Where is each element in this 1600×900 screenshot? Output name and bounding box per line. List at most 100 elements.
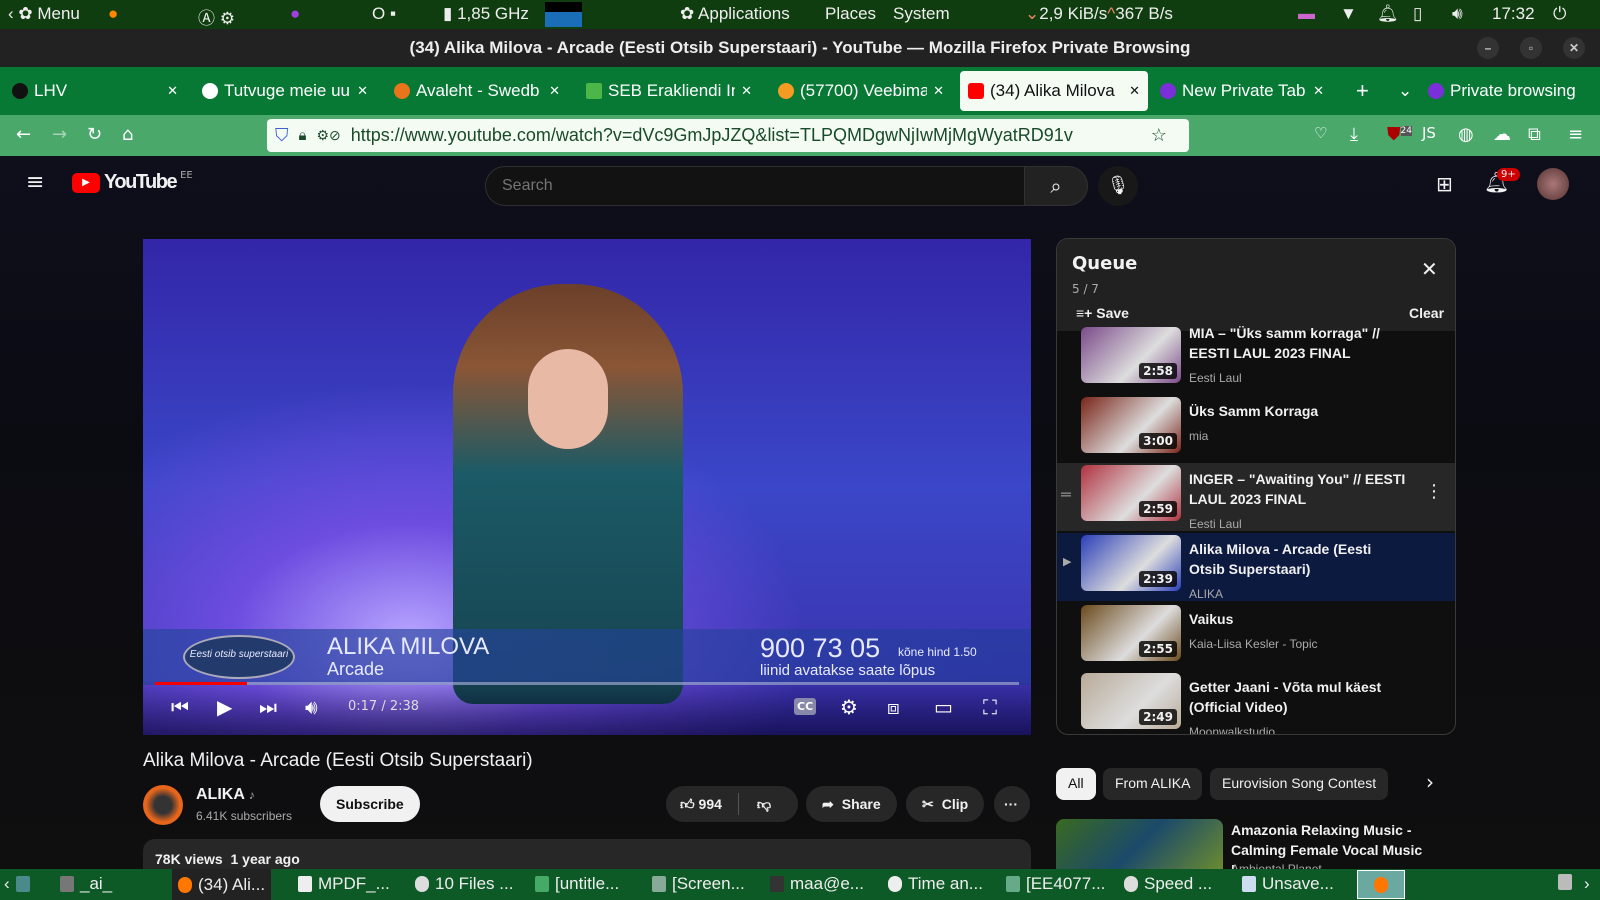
taskbar-item-active[interactable]: (34) Ali...: [172, 869, 272, 900]
taskbar-item[interactable]: 10 Files ...: [415, 874, 513, 894]
close-tab-icon[interactable]: ✕: [167, 83, 178, 99]
minimize-button[interactable]: –: [1477, 37, 1499, 59]
taskbar-item[interactable]: Time an...: [888, 874, 983, 894]
queue-item-now-playing[interactable]: 2:39 Alika Milova - Arcade (Eesti Otsib …: [1057, 533, 1455, 601]
close-tab-icon[interactable]: ✕: [549, 83, 560, 99]
recommended-thumbnail[interactable]: [1056, 819, 1223, 869]
bell-icon[interactable]: 🔔︎: [1377, 4, 1399, 24]
search-input[interactable]: [485, 166, 1025, 206]
opera-icon[interactable]: O ▪: [372, 4, 396, 24]
pocket-icon[interactable]: ♡: [1314, 124, 1327, 142]
save-queue-button[interactable]: ≡+ Save: [1076, 305, 1129, 321]
tab-youtube-active[interactable]: (34) Alika Milova ✕: [960, 71, 1148, 111]
close-tab-icon[interactable]: ✕: [933, 83, 944, 99]
voice-search-button[interactable]: 🎙︎: [1098, 166, 1138, 206]
taskbar-item[interactable]: [untitle...: [535, 874, 619, 894]
taskbar-item[interactable]: Unsave...: [1242, 874, 1334, 894]
clear-queue-button[interactable]: Clear: [1409, 305, 1444, 321]
trash-icon[interactable]: [1558, 874, 1572, 890]
system-menu[interactable]: System: [893, 4, 950, 24]
maximize-button[interactable]: ▫: [1520, 37, 1542, 59]
play-button[interactable]: ▶: [217, 695, 232, 719]
search-button[interactable]: ⌕: [1024, 166, 1088, 206]
search-tool-icon[interactable]: Ⓐ ⚙: [198, 4, 235, 29]
close-queue-icon[interactable]: ✕: [1421, 257, 1438, 281]
hamburger-menu-icon[interactable]: ≡: [26, 170, 44, 195]
ublock-icon[interactable]: ⛊24: [1387, 124, 1412, 145]
taskbar-scroll-right[interactable]: ›: [1584, 874, 1590, 894]
audio-icon[interactable]: ▬: [1298, 4, 1315, 24]
url-text[interactable]: https://www.youtube.com/watch?v=dVc9GmJp…: [351, 125, 1141, 146]
volume-icon[interactable]: 🔊︎: [1452, 4, 1463, 24]
close-tab-icon[interactable]: ✕: [1129, 83, 1140, 99]
more-actions-button[interactable]: ···: [994, 786, 1030, 822]
wifi-icon[interactable]: ▼: [1340, 4, 1357, 24]
tor-icon[interactable]: ●: [290, 4, 300, 24]
subscribe-button[interactable]: Subscribe: [320, 786, 420, 822]
tab-veebimaailm[interactable]: (57700) Veebima ✕: [770, 71, 952, 111]
home-button[interactable]: ⌂: [122, 124, 133, 145]
drag-handle-icon[interactable]: ═: [1061, 485, 1071, 504]
video-player[interactable]: Eesti otsib superstaari ALIKA MILOVA Arc…: [143, 239, 1031, 735]
battery-icon[interactable]: ▯: [1413, 4, 1422, 24]
clip-button[interactable]: ✂ Clip: [906, 786, 985, 822]
tab-tutvuge[interactable]: Tutvuge meie uu ✕: [194, 71, 376, 111]
settings-gear-icon[interactable]: ⚙: [840, 695, 858, 719]
queue-item[interactable]: 2:55 Vaikus Kaia-Liisa Kesler - Topic: [1057, 603, 1455, 671]
app-menu-icon[interactable]: ≡: [1568, 124, 1583, 145]
close-tab-icon[interactable]: ✕: [1313, 83, 1324, 99]
chip-from-alika[interactable]: From ALIKA: [1103, 768, 1203, 800]
queue-item[interactable]: 2:58 MIA – "Üks samm korraga" // EESTI L…: [1057, 325, 1455, 393]
new-tab-button[interactable]: +: [1348, 71, 1377, 111]
theater-mode-button[interactable]: ▭: [934, 695, 953, 719]
like-button[interactable]: 👍︎ 994: [680, 796, 722, 813]
globe-icon[interactable]: ◍: [1458, 124, 1474, 145]
account-avatar[interactable]: [1537, 168, 1569, 200]
back-button[interactable]: ←: [16, 124, 31, 145]
power-icon[interactable]: ⏻: [1553, 4, 1566, 24]
applications-menu[interactable]: ✿ Applications: [680, 4, 790, 24]
bookmark-star-icon[interactable]: ☆: [1151, 125, 1167, 146]
permissions-icon[interactable]: ⚙⊘: [316, 127, 340, 144]
channel-name[interactable]: ALIKA ♪: [196, 786, 255, 804]
menu-button[interactable]: ‹ ✿ Menu: [8, 4, 80, 24]
miniplayer-button[interactable]: ⧈: [887, 695, 900, 719]
extension-cloud-icon[interactable]: ☁: [1493, 124, 1511, 145]
reload-button[interactable]: ↻: [87, 124, 102, 145]
url-bar[interactable]: ⛉ 🔒︎ ⚙⊘ https://www.youtube.com/watch?v=…: [267, 119, 1189, 152]
more-options-icon[interactable]: ⋮: [1425, 481, 1443, 502]
next-button[interactable]: ⏭: [259, 695, 277, 719]
chips-next-chevron-icon[interactable]: ›: [1426, 770, 1434, 794]
tab-seb[interactable]: SEB Erakliendi In ✕: [578, 71, 760, 111]
taskbar-firefox-launcher[interactable]: [1357, 870, 1405, 899]
extensions-puzzle-icon[interactable]: ⧉: [1528, 124, 1541, 145]
taskbar-item[interactable]: maa@e...: [770, 874, 864, 894]
taskbar-item[interactable]: _ai_: [60, 874, 112, 894]
youtube-logo[interactable]: ▶ YouTube EE: [72, 170, 193, 194]
downloads-icon[interactable]: ⤓: [1350, 124, 1358, 145]
firefox-launcher-icon[interactable]: ●: [108, 4, 118, 24]
clock[interactable]: 17:32: [1492, 4, 1535, 24]
tab-new-private[interactable]: New Private Tab ✕: [1152, 71, 1332, 111]
taskbar-item[interactable]: [Screen...: [652, 874, 745, 894]
close-window-button[interactable]: ✕: [1563, 37, 1585, 59]
chip-eurovision[interactable]: Eurovision Song Contest: [1210, 768, 1389, 800]
tab-lhv[interactable]: LHV ✕: [4, 71, 186, 111]
close-tab-icon[interactable]: ✕: [357, 83, 368, 99]
create-video-icon[interactable]: ⊞: [1436, 172, 1453, 196]
queue-item[interactable]: 3:00 Üks Samm Korraga mia: [1057, 395, 1455, 463]
previous-button[interactable]: ⏮: [171, 695, 189, 719]
tracking-shield-icon[interactable]: ⛉: [275, 125, 289, 146]
fullscreen-button[interactable]: ⛶: [983, 695, 997, 719]
captions-button[interactable]: CC: [794, 698, 817, 715]
dislike-button[interactable]: 👎︎: [757, 796, 771, 813]
tab-swedbank[interactable]: Avaleht - Swedb ✕: [386, 71, 568, 111]
share-button[interactable]: ➦ Share: [806, 786, 897, 822]
volume-button[interactable]: 🔊︎: [305, 695, 318, 719]
close-tab-icon[interactable]: ✕: [741, 83, 752, 99]
taskbar-item[interactable]: [EE4077...: [1006, 874, 1105, 894]
taskbar-item[interactable]: Speed ...: [1124, 874, 1212, 894]
channel-avatar[interactable]: [143, 785, 183, 825]
taskbar-item[interactable]: MPDF_...: [298, 874, 390, 894]
extension-icon[interactable]: JS: [1422, 124, 1436, 142]
